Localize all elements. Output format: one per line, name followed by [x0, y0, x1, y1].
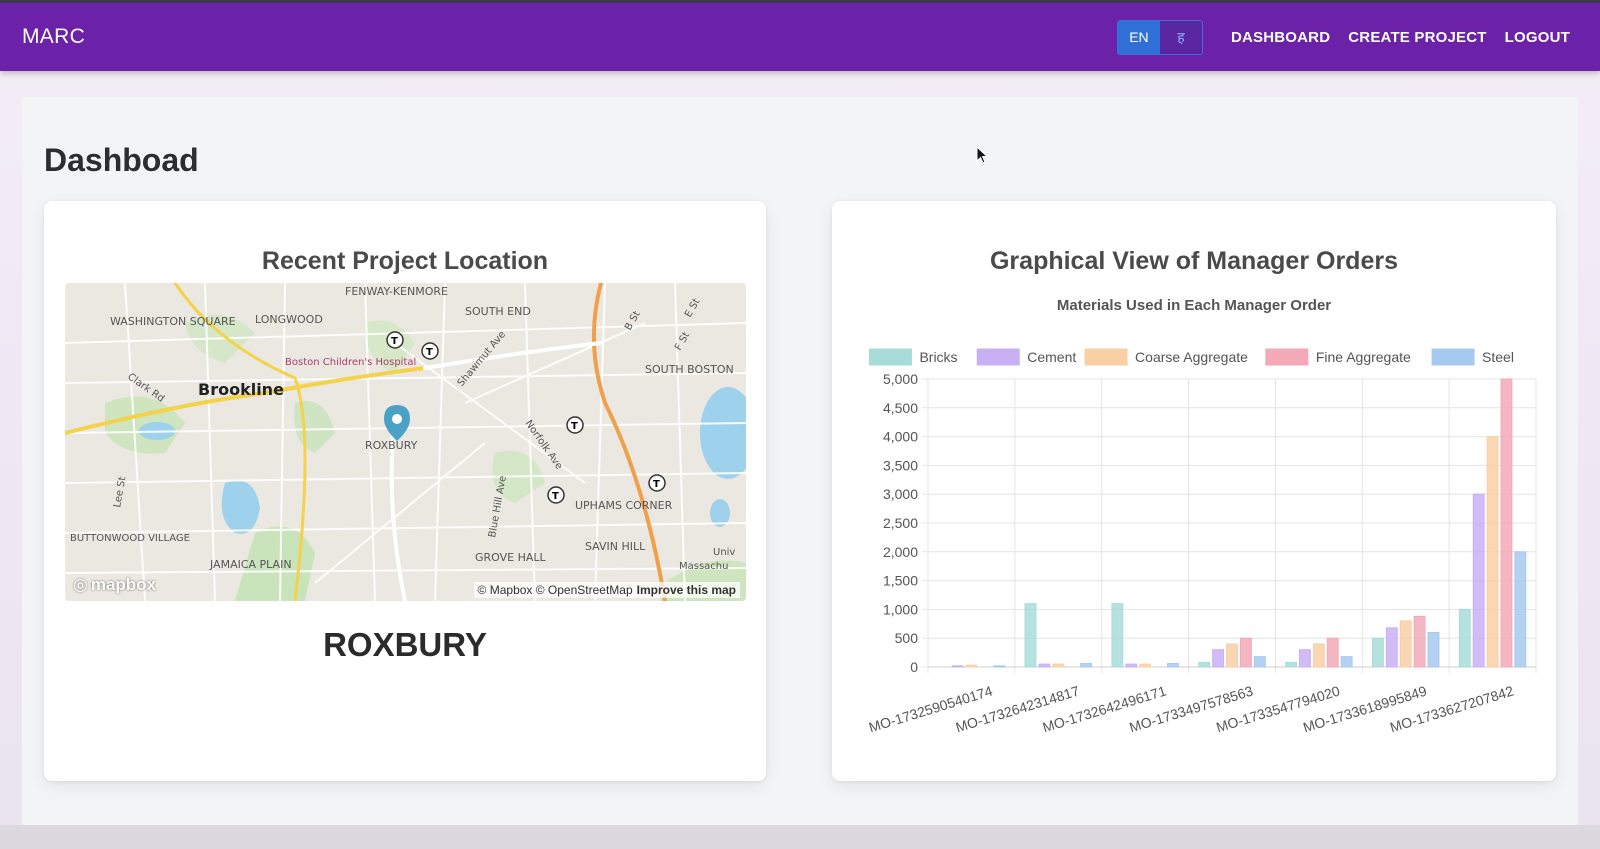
- bar-2-4: [1167, 663, 1179, 668]
- legend-swatch-2: [1084, 348, 1128, 366]
- map-label-fenway: FENWAY-KENMORE: [345, 285, 448, 298]
- legend-label-3: Fine Aggregate: [1316, 349, 1411, 365]
- bar-5-4: [1427, 631, 1440, 668]
- map-attribution: © Mapbox © OpenStreetMap Improve this map: [473, 582, 740, 598]
- bar-5-3: [1413, 615, 1426, 668]
- bar-4-0: [1285, 661, 1297, 668]
- main-nav: EN ह DASHBOARD CREATE PROJECT LOGOUT: [1116, 19, 1570, 55]
- nav-dashboard-link[interactable]: DASHBOARD: [1231, 29, 1330, 46]
- project-location-name: ROXBURY: [323, 626, 487, 663]
- bar-6-1: [1472, 493, 1485, 668]
- recent-location-card: Recent Project Location FENWAY-KENMORE S…: [44, 201, 766, 781]
- page-title: Dashboad: [44, 142, 199, 178]
- legend-swatch-0: [868, 348, 912, 366]
- bar-4-1: [1299, 649, 1311, 668]
- nav-logout-link[interactable]: LOGOUT: [1505, 29, 1570, 46]
- bar-0-4: [993, 665, 1006, 668]
- project-location-map[interactable]: FENWAY-KENMORE SOUTH END WASHINGTON SQUA…: [65, 283, 746, 601]
- bar-4-2: [1312, 643, 1325, 668]
- svg-text:T: T: [391, 336, 398, 347]
- bar-2-2: [1139, 663, 1152, 668]
- bar-3-0: [1198, 661, 1211, 668]
- y-tick-label-2: 4,000: [883, 429, 918, 445]
- y-tick-label-4: 3,000: [883, 486, 918, 502]
- bar-2-1: [1125, 663, 1138, 668]
- dashboard-panel: Dashboad Recent Project Location FENWAY-…: [22, 97, 1578, 825]
- y-tick-label-5: 2,500: [883, 515, 918, 531]
- map-label-uphams-corner: UPHAMS CORNER: [575, 499, 673, 512]
- map-label-roxbury: ROXBURY: [365, 439, 418, 452]
- svg-text:T: T: [426, 347, 433, 358]
- mapbox-logo-icon: ◎: [73, 575, 88, 594]
- map-label-brookline: Brookline: [198, 380, 284, 399]
- map-label-south-end: SOUTH END: [465, 305, 531, 318]
- mapbox-logo[interactable]: ◎ mapbox: [73, 575, 156, 595]
- bar-6-3: [1500, 378, 1513, 668]
- y-tick-label-6: 2,000: [883, 544, 918, 560]
- legend-label-2: Coarse Aggregate: [1135, 349, 1248, 365]
- bar-1-0: [1024, 603, 1037, 668]
- window-bottom-edge: [0, 825, 1600, 849]
- y-tick-label-8: 1,000: [883, 601, 918, 617]
- y-tick-label-3: 3,500: [883, 457, 918, 473]
- bar-3-4: [1253, 656, 1266, 668]
- bar-0-2: [965, 664, 978, 668]
- language-hi-button[interactable]: ह: [1159, 20, 1202, 54]
- map-attribution-text[interactable]: © Mapbox © OpenStreetMap: [478, 583, 633, 597]
- y-tick-label-10: 0: [910, 659, 918, 675]
- nav-create-project-link[interactable]: CREATE PROJECT: [1348, 29, 1486, 46]
- map-label-univ: Univ: [713, 547, 735, 558]
- legend-label-4: Steel: [1482, 349, 1514, 365]
- bar-6-4: [1514, 551, 1527, 668]
- manager-orders-chart: Materials Used in Each Manager Order Bric…: [867, 297, 1537, 735]
- svg-text:T: T: [571, 421, 578, 432]
- y-tick-label-7: 1,500: [883, 573, 918, 589]
- language-en-button[interactable]: EN: [1117, 20, 1160, 54]
- brand-logo[interactable]: MARC: [22, 25, 85, 49]
- bar-1-1: [1038, 663, 1051, 668]
- legend-swatch-1: [976, 348, 1020, 366]
- legend-label-0: Bricks: [919, 349, 957, 365]
- bar-5-0: [1372, 637, 1384, 668]
- manager-orders-card: Graphical View of Manager Orders Materia…: [832, 201, 1556, 781]
- y-tick-label-9: 500: [895, 630, 919, 646]
- improve-map-link[interactable]: Improve this map: [637, 583, 736, 597]
- bar-5-2: [1399, 620, 1412, 668]
- map-label-jamaica-plain: JAMAICA PLAIN: [209, 558, 292, 571]
- bar-4-4: [1340, 656, 1353, 668]
- map-label-massachu: Massachu: [679, 561, 728, 572]
- map-label-savin-hill: SAVIN HILL: [585, 540, 646, 553]
- bar-3-1: [1212, 649, 1225, 668]
- recent-location-title: Recent Project Location: [261, 247, 549, 275]
- bar-3-2: [1226, 643, 1238, 668]
- chart-title: Materials Used in Each Manager Order: [1057, 297, 1331, 314]
- map-label-washington-square: WASHINGTON SQUARE: [110, 315, 236, 328]
- language-switcher: EN ह: [1116, 19, 1203, 55]
- legend-swatch-3: [1265, 348, 1309, 366]
- map-label-grove-hall: GROVE HALL: [475, 551, 547, 564]
- map-label-south-boston: SOUTH BOSTON: [645, 363, 734, 376]
- map-label-longwood: LONGWOOD: [255, 313, 323, 326]
- bar-1-2: [1052, 663, 1065, 668]
- bar-3-3: [1239, 637, 1252, 668]
- mouse-cursor-icon: [976, 146, 989, 164]
- app-bar: MARC EN ह DASHBOARD CREATE PROJECT LOGOU…: [0, 3, 1600, 71]
- bar-4-3: [1326, 637, 1339, 668]
- map-canvas[interactable]: FENWAY-KENMORE SOUTH END WASHINGTON SQUA…: [65, 283, 746, 601]
- y-tick-label-1: 4,500: [883, 400, 918, 416]
- legend-label-1: Cement: [1027, 349, 1076, 365]
- y-tick-label-0: 5,000: [883, 371, 918, 387]
- bar-6-0: [1458, 608, 1471, 668]
- legend-swatch-4: [1431, 348, 1475, 366]
- bar-2-0: [1111, 603, 1124, 668]
- bar-5-1: [1385, 627, 1398, 668]
- svg-text:T: T: [653, 479, 660, 490]
- bar-0-1: [951, 665, 964, 668]
- map-label-buttonwood: BUTTONWOOD VILLAGE: [70, 533, 190, 544]
- svg-text:T: T: [552, 491, 559, 502]
- bar-6-2: [1486, 436, 1499, 668]
- bar-1-4: [1080, 663, 1092, 668]
- map-label-childrens-hospital: Boston Children's Hospital: [285, 357, 416, 368]
